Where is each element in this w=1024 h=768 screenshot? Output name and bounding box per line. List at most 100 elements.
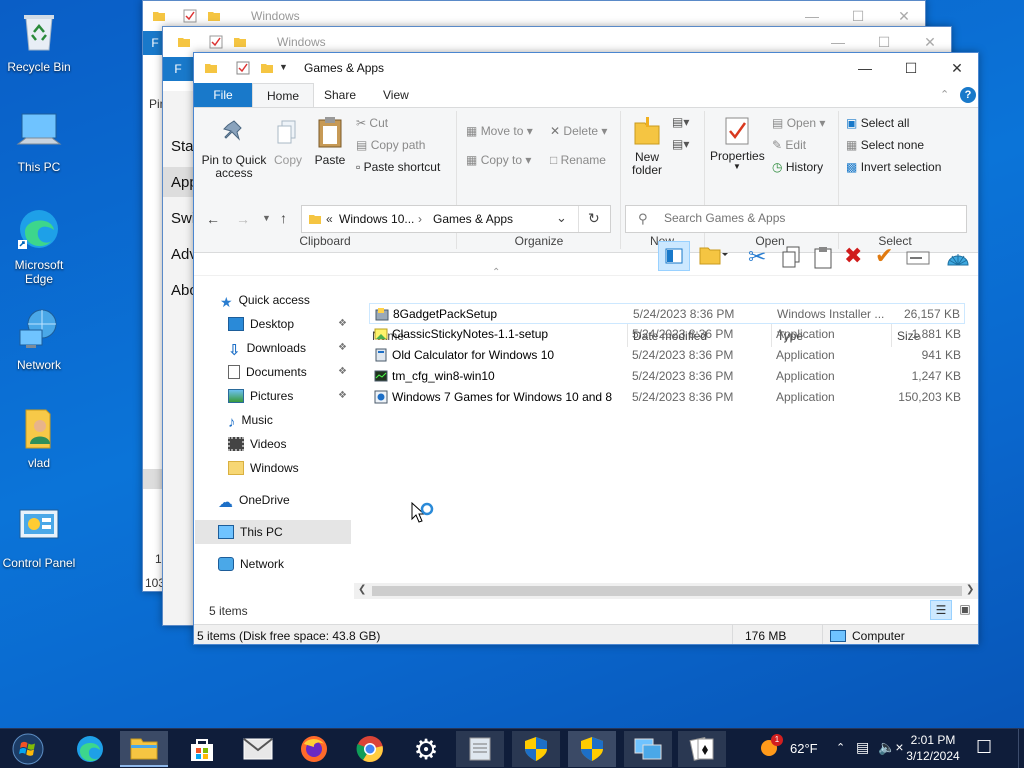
weather-temperature[interactable]: 62°F [790, 741, 818, 756]
properties-icon[interactable] [236, 61, 250, 75]
copy-path-button[interactable]: ▤ Copy path [356, 138, 425, 152]
breadcrumb-overflow[interactable]: « [326, 212, 333, 226]
recent-locations-icon[interactable]: ▼ [262, 213, 271, 223]
maximize-button[interactable]: ☐ [888, 53, 934, 83]
details-view-button[interactable]: ☰ [930, 600, 952, 620]
scroll-right-icon[interactable]: ❯ [966, 584, 974, 595]
taskbar-remote[interactable] [624, 731, 672, 767]
start-button[interactable] [2, 731, 54, 767]
copy-to-button[interactable]: ▦ Copy to ▾ [466, 153, 531, 167]
network-icon[interactable]: ▤ [856, 739, 869, 756]
scrollbar-thumb[interactable] [372, 586, 962, 596]
forward-arrow-icon[interactable]: → [236, 211, 250, 227]
checkmark-icon[interactable]: ✔ [875, 243, 893, 269]
table-row[interactable]: 8GadgetPackSetup 5/24/2023 8:36 PM Windo… [369, 303, 965, 324]
weather-widget[interactable]: 1 [760, 734, 783, 757]
chevron-down-icon[interactable]: ▼ [279, 62, 288, 72]
new-folder-icon[interactable] [260, 61, 274, 75]
pin-to-quick-access-button[interactable]: Pin to Quick access [200, 119, 268, 180]
taskbar-chrome[interactable] [346, 731, 394, 767]
address-bar[interactable]: « Windows 10... › Games & Apps ⌄ ↻ [301, 205, 611, 233]
up-arrow-icon[interactable]: ↑ [280, 210, 287, 226]
desktop-icon-microsoft-edge[interactable]: Microsoft Edge [0, 206, 78, 286]
rename-button[interactable]: □ Rename [550, 153, 606, 167]
tab-file[interactable]: File [194, 83, 252, 107]
desktop-icon-recycle-bin[interactable]: Recycle Bin [0, 8, 78, 74]
pin-icon[interactable]: ❖ [338, 390, 347, 401]
open-button[interactable]: ▤ Open ▾ [772, 116, 825, 130]
tab-home[interactable]: Home [252, 83, 315, 107]
taskbar-shield-2[interactable] [568, 731, 616, 767]
horizontal-scrollbar[interactable]: ❮ ❯ [354, 583, 978, 599]
refresh-icon[interactable]: ↻ [588, 210, 600, 227]
folder-options-icon[interactable] [698, 243, 728, 267]
copy-button[interactable]: Copy [274, 119, 302, 167]
search-input[interactable] [664, 211, 954, 225]
show-desktop-button[interactable] [1018, 729, 1024, 768]
rename-icon[interactable] [906, 249, 930, 267]
nav-item-quick-access[interactable]: ★ Quick access [220, 293, 310, 310]
title-bar[interactable]: ▼ Games & Apps — ☐ ✕ [194, 53, 978, 83]
taskbar-edge[interactable] [66, 731, 114, 767]
paste-icon[interactable] [812, 245, 834, 269]
new-folder-button[interactable]: New folder [626, 115, 668, 177]
chevron-up-icon[interactable]: ⌃ [836, 741, 845, 754]
volume-muted-icon[interactable]: 🔈× [878, 739, 904, 756]
nav-item-onedrive[interactable]: ☁ OneDrive [218, 493, 290, 511]
help-icon[interactable]: ? [960, 87, 976, 103]
table-row[interactable]: Windows 7 Games for Windows 10 and 8 5/2… [369, 387, 965, 408]
paste-shortcut-button[interactable]: ▫ Paste shortcut [356, 160, 440, 174]
close-button[interactable]: ✕ [934, 53, 978, 83]
desktop-icon-this-pc[interactable]: This PC [0, 108, 78, 174]
address-history-icon[interactable]: ⌄ [556, 210, 567, 226]
table-row[interactable]: tm_cfg_win8-win10 5/24/2023 8:36 PM Appl… [369, 366, 965, 387]
delete-icon[interactable]: ✖ [844, 243, 862, 269]
tab-share[interactable]: Share [310, 83, 370, 107]
select-all-button[interactable]: ▣ Select all [846, 116, 909, 130]
nav-item-downloads[interactable]: ⇩ Downloads [228, 341, 306, 359]
history-button[interactable]: ◷ History [772, 160, 823, 174]
file-explorer-window[interactable]: ▼ Games & Apps — ☐ ✕ File Home Share Vie… [193, 52, 979, 645]
nav-item-videos[interactable]: Videos [228, 437, 286, 451]
nav-item-music[interactable]: ♪ Music [228, 413, 273, 431]
move-to-button[interactable]: ▦ Move to ▾ [466, 124, 533, 138]
paste-button[interactable]: Paste [312, 115, 348, 167]
nav-item-documents[interactable]: Documents [228, 365, 307, 379]
select-none-button[interactable]: ▦ Select none [846, 138, 924, 152]
taskbar-firefox[interactable] [290, 731, 338, 767]
breadcrumb-current[interactable]: Games & Apps [433, 212, 513, 226]
properties-button[interactable]: Properties ▼ [710, 115, 765, 171]
desktop-icon-control-panel[interactable]: Control Panel [0, 504, 78, 570]
file-tab-stub[interactable]: F [163, 57, 193, 81]
pin-icon[interactable]: ❖ [338, 342, 347, 353]
pin-icon[interactable]: ❖ [338, 318, 347, 329]
taskbar-file-explorer[interactable] [120, 731, 168, 767]
invert-selection-button[interactable]: ▩ Invert selection [846, 160, 941, 174]
back-arrow-icon[interactable]: ← [206, 211, 220, 227]
scissors-icon[interactable]: ✂ [748, 244, 766, 270]
desktop-icon-network[interactable]: Network [0, 306, 78, 372]
preview-pane-button[interactable] [658, 241, 690, 271]
tab-view[interactable]: View [369, 83, 423, 107]
taskbar-settings[interactable]: ⚙ [402, 731, 450, 767]
search-box[interactable]: ⚲ [625, 205, 967, 233]
new-item-icon[interactable]: ▤▾ [672, 115, 689, 129]
delete-button[interactable]: ✕ Delete ▾ [550, 124, 607, 138]
nav-item-pictures[interactable]: Pictures [228, 389, 293, 403]
table-row[interactable]: ClassicStickyNotes-1.1-setup 5/24/2023 8… [369, 324, 965, 345]
table-row[interactable]: Old Calculator for Windows 10 5/24/2023 … [369, 345, 965, 366]
desktop-icon-vlad[interactable]: vlad [0, 404, 78, 470]
clock[interactable]: 2:01 PM 3/12/2024 [906, 732, 960, 764]
taskbar-shield-1[interactable] [512, 731, 560, 767]
shell-icon[interactable] [946, 245, 970, 269]
taskbar-mail[interactable] [234, 731, 282, 767]
copy-icon[interactable] [780, 245, 802, 269]
cut-button[interactable]: ✂ Cut [356, 116, 388, 130]
edit-button[interactable]: ✎ Edit [772, 138, 806, 152]
nav-item-windows[interactable]: Windows [228, 461, 299, 475]
easy-access-icon[interactable]: ▤▾ [672, 137, 689, 151]
chevron-up-icon[interactable]: ⌃ [940, 88, 949, 101]
nav-item-network[interactable]: Network [218, 557, 284, 571]
scroll-left-icon[interactable]: ❮ [358, 584, 366, 595]
pin-icon[interactable]: ❖ [338, 366, 347, 377]
